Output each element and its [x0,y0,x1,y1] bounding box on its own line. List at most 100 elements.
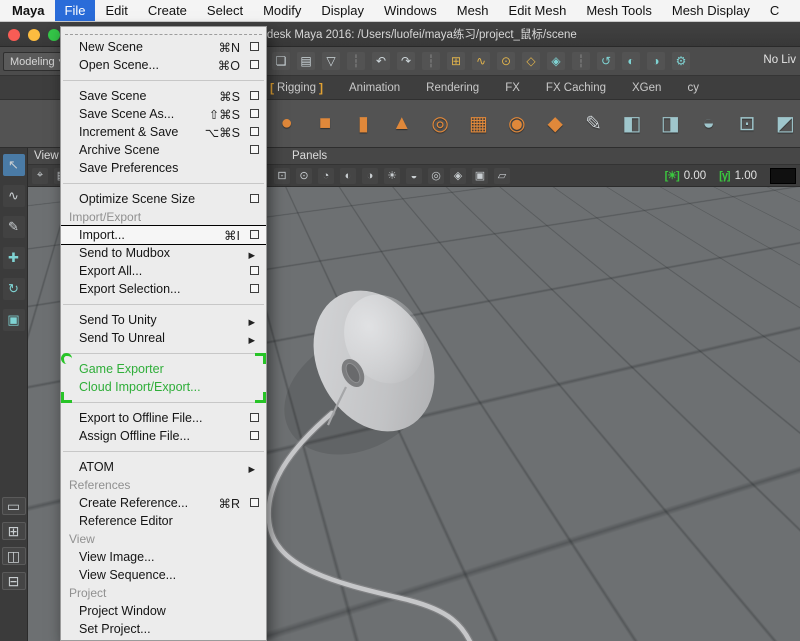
poly-plane-icon[interactable]: ▦ [464,109,493,139]
option-box-icon[interactable] [250,498,259,507]
mirror-geometry-icon[interactable]: ◨ [656,109,685,139]
menu-item-save-preferences[interactable]: Save Preferences [61,159,266,177]
menu-item-reference-editor[interactable]: Reference Editor [61,512,266,530]
menubar-item-create[interactable]: Create [138,0,197,21]
exposure-value[interactable]: 0.00 [684,170,706,182]
menubar-item-display[interactable]: Display [311,0,374,21]
shadows-icon[interactable]: ◒ [406,168,422,184]
minimize-button[interactable] [28,29,40,41]
option-box-icon[interactable] [250,230,259,239]
scale-tool-icon[interactable]: ▣ [3,309,25,331]
option-box-icon[interactable] [250,431,259,440]
tab-xgen[interactable]: XGen [632,82,661,94]
option-box-icon[interactable] [250,60,259,69]
option-box-icon[interactable] [250,145,259,154]
tab-rendering[interactable]: Rendering [426,82,479,94]
zoom-button[interactable] [48,29,60,41]
platonic-solid-icon[interactable]: ◆ [541,109,570,139]
new-scene-icon[interactable]: ❏ [272,52,290,70]
wireframe-mode-icon[interactable]: ◔ [318,168,334,184]
option-box-icon[interactable] [250,42,259,51]
lasso-tool-icon[interactable]: ∿ [3,185,25,207]
menu-item-assign-offline-file[interactable]: Assign Offline File... [61,427,266,445]
menu-item-optimize-scene-size[interactable]: Optimize Scene Size [61,190,266,208]
close-button[interactable] [8,29,20,41]
tab-cy[interactable]: cy [687,82,699,94]
render-settings-icon[interactable]: ⚙ [672,52,690,70]
tab-animation[interactable]: Animation [349,82,400,94]
three-pane-layout-icon[interactable]: ⊟ [2,572,26,590]
snap-point-icon[interactable]: ⊙ [497,52,515,70]
menu-item-new-scene[interactable]: New Scene ⌘N [61,38,266,56]
redo-icon[interactable]: ↷ [397,52,415,70]
tab-fx[interactable]: FX [505,82,520,94]
menu-item-atom[interactable]: ATOM [61,458,266,476]
snap-plane-icon[interactable]: ◇ [522,52,540,70]
poly-sphere-icon[interactable]: ● [272,109,301,139]
motion-blur-icon[interactable]: ◈ [450,168,466,184]
xray-icon[interactable]: ▱ [494,168,510,184]
ambient-occlusion-icon[interactable]: ◎ [428,168,444,184]
panel-menu-panels[interactable]: Panels [292,150,327,162]
gamma-icon[interactable]: [γ] [719,170,729,182]
option-box-icon[interactable] [250,109,259,118]
menubar-item-edit[interactable]: Edit [95,0,137,21]
option-box-icon[interactable] [250,413,259,422]
undo-icon[interactable]: ↶ [372,52,390,70]
option-box-icon[interactable] [250,284,259,293]
menubar-item-maya[interactable]: Maya [0,0,55,21]
camera-select-icon[interactable]: ⌖ [32,168,48,184]
option-box-icon[interactable] [250,91,259,100]
menu-item-export-selection[interactable]: Export Selection... [61,280,266,298]
open-scene-icon[interactable]: ▤ [297,52,315,70]
menu-item-open-scene[interactable]: Open Scene... ⌘O [61,56,266,74]
two-pane-layout-icon[interactable]: ◫ [2,547,26,565]
menu-item-save-scene-as[interactable]: Save Scene As... ⇧⌘S [61,105,266,123]
menu-item-increment-and-save[interactable]: Increment & Save ⌥⌘S [61,123,266,141]
poly-cylinder-icon[interactable]: ▮ [349,109,378,139]
move-tool-icon[interactable]: ✚ [3,247,25,269]
lighting-icon[interactable]: ☀ [384,168,400,184]
poly-torus-icon[interactable]: ◎ [425,109,454,139]
menubar-item-mesh-display[interactable]: Mesh Display [662,0,760,21]
poly-disc-icon[interactable]: ◉ [502,109,531,139]
snap-curve-icon[interactable]: ∿ [472,52,490,70]
menu-item-import[interactable]: Import... ⌘I [61,226,266,244]
bevel-icon[interactable]: ◩ [771,109,800,139]
background-color-swatch[interactable] [770,168,796,184]
menu-item-set-project[interactable]: Set Project... [61,620,266,638]
tab-rigging[interactable]: [ Rigging ] [270,81,323,95]
ipr-render-icon[interactable]: ◑ [647,52,665,70]
multisampling-icon[interactable]: ▣ [472,168,488,184]
menubar-item-edit-mesh[interactable]: Edit Mesh [499,0,577,21]
poly-cone-icon[interactable]: ▲ [387,109,416,139]
menu-item-view-sequence[interactable]: View Sequence... [61,566,266,584]
menubar-item-mesh[interactable]: Mesh [447,0,499,21]
textured-mode-icon[interactable]: ◑ [362,168,378,184]
option-box-icon[interactable] [250,194,259,203]
menu-item-create-reference[interactable]: Create Reference... ⌘R [61,494,266,512]
make-live-icon[interactable]: ◈ [547,52,565,70]
menubar-item-file[interactable]: File [55,0,96,21]
menubar-item-curves[interactable]: C [760,0,789,21]
menu-item-send-to-mudbox[interactable]: Send to Mudbox [61,244,266,262]
menu-tearoff-handle[interactable] [65,30,262,35]
paint-select-tool-icon[interactable]: ✎ [3,216,25,238]
exposure-icon[interactable]: [☀] [665,169,679,182]
render-icon[interactable]: ◐ [622,52,640,70]
four-pane-layout-icon[interactable]: ⊞ [2,522,26,540]
menu-item-save-scene[interactable]: Save Scene ⌘S [61,87,266,105]
curve-pencil-icon[interactable]: ✎ [579,109,608,139]
save-scene-icon[interactable]: ▽ [322,52,340,70]
menu-item-send-to-unity[interactable]: Send To Unity [61,311,266,329]
select-tool-icon[interactable]: ↖ [3,154,25,176]
shaded-mode-icon[interactable]: ◐ [340,168,356,184]
smooth-mesh-icon[interactable]: ◒ [694,109,723,139]
menu-item-export-all[interactable]: Export All... [61,262,266,280]
panel-menu-view[interactable]: View [34,150,59,162]
menubar-item-select[interactable]: Select [197,0,253,21]
menu-item-game-exporter[interactable]: Game Exporter [61,360,266,378]
safe-action-icon[interactable]: ⊡ [274,168,290,184]
tab-fx-caching[interactable]: FX Caching [546,82,606,94]
menubar-item-windows[interactable]: Windows [374,0,447,21]
